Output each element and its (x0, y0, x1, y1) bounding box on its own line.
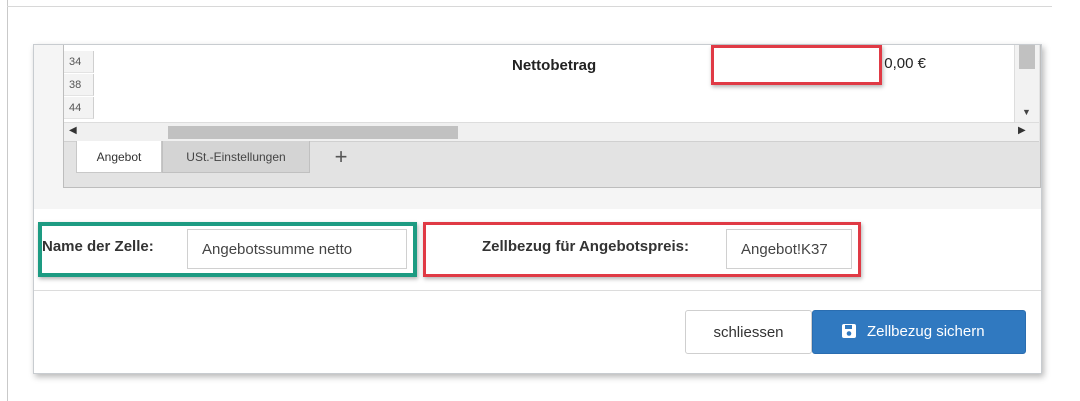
highlight-cell-name (38, 222, 417, 277)
tab-angebot[interactable]: Angebot (76, 141, 162, 173)
highlight-net-amount (711, 45, 882, 85)
vertical-scrollbar[interactable]: ▼ (1014, 45, 1039, 122)
cell-settings-row: Name der Zelle: Angebotssumme netto Zell… (34, 209, 1041, 291)
cell-reference-dialog: 34 38 44 Nettobetrag 0,00 € ▼ ◀ ▶ Angebo… (33, 44, 1042, 374)
outer-frame-line (7, 0, 8, 401)
floppy-disk-icon (842, 324, 856, 339)
tab-ust-einstellungen[interactable]: USt.-Einstellungen (162, 141, 310, 173)
horizontal-scroll-thumb[interactable] (168, 126, 458, 139)
row-number: 38 (64, 74, 94, 96)
plus-icon[interactable]: + (326, 141, 356, 173)
save-button-label: Zellbezug sichern (867, 323, 985, 340)
row-number: 44 (64, 97, 94, 119)
spreadsheet-grid[interactable]: 34 38 44 Nettobetrag 0,00 € ▼ (64, 45, 1039, 122)
close-button[interactable]: schliessen (685, 310, 812, 354)
save-cell-reference-button[interactable]: Zellbezug sichern (812, 310, 1026, 354)
arrow-right-icon[interactable]: ▶ (1018, 125, 1026, 136)
row-number: 34 (64, 51, 94, 73)
outer-frame-top-line (7, 6, 1052, 7)
arrow-left-icon[interactable]: ◀ (69, 125, 77, 136)
arrow-down-icon[interactable]: ▼ (1022, 107, 1031, 117)
spreadsheet-area: 34 38 44 Nettobetrag 0,00 € ▼ ◀ ▶ Angebo… (34, 45, 1041, 209)
net-amount-label-cell[interactable]: Nettobetrag (512, 57, 596, 74)
spreadsheet-view: 34 38 44 Nettobetrag 0,00 € ▼ ◀ ▶ Angebo… (63, 45, 1041, 188)
horizontal-scrollbar[interactable]: ◀ ▶ (64, 122, 1039, 142)
highlight-cell-reference (423, 222, 861, 277)
vertical-scroll-thumb[interactable] (1019, 45, 1035, 69)
sheet-tabs: Angebot USt.-Einstellungen + (64, 141, 1039, 175)
